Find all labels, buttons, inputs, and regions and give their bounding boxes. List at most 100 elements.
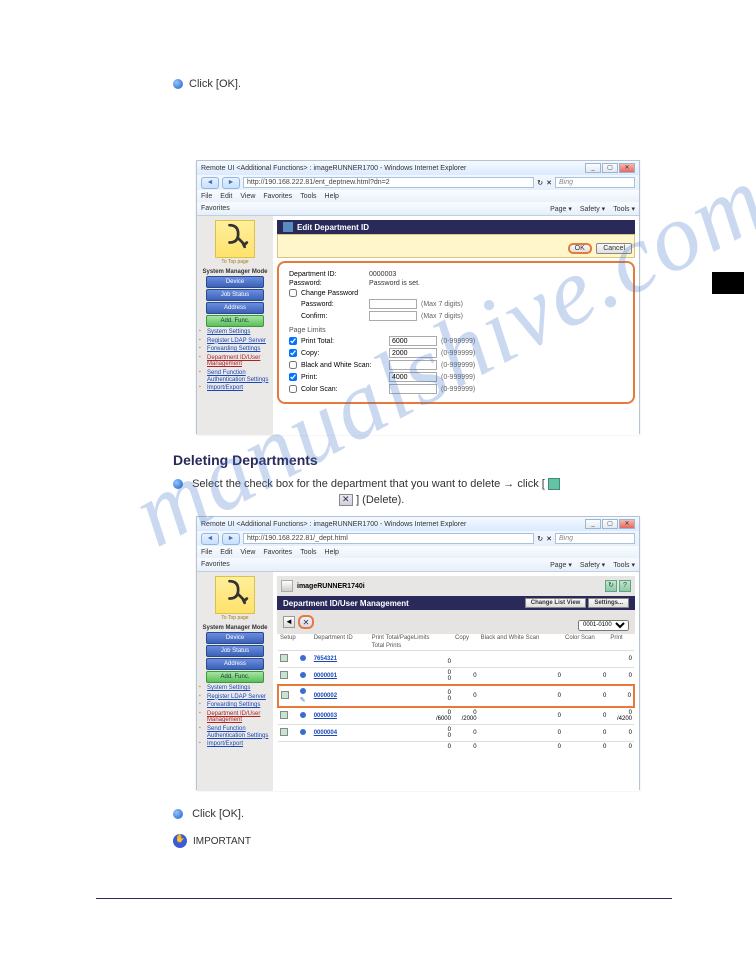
delete-button[interactable]: ✕ — [298, 615, 314, 629]
menu-tools[interactable]: Tools — [300, 193, 316, 200]
nav-device[interactable]: Device — [206, 632, 264, 644]
back-button[interactable]: ◄ — [201, 533, 219, 545]
help-button[interactable]: ? — [619, 580, 631, 592]
tb-page[interactable]: Page ▾ — [550, 205, 572, 213]
row-check[interactable] — [280, 728, 288, 736]
menu-help[interactable]: Help — [325, 549, 339, 556]
search-field-2[interactable]: Bing — [555, 533, 635, 544]
back-button[interactable]: ◄ — [201, 177, 219, 189]
link-sendauth[interactable]: Send Function Authentication Settings — [207, 370, 273, 383]
cell-cs: 0 — [563, 668, 608, 686]
newpw-input[interactable] — [369, 299, 417, 309]
link-dept[interactable]: Department ID/User Management — [207, 355, 273, 368]
close-button[interactable]: ✕ — [619, 519, 635, 529]
link-sendauth[interactable]: Send Function Authentication Settings — [207, 726, 273, 739]
url-field[interactable]: http://190.168.222.81/ent_deptnew.html?d… — [243, 177, 534, 188]
row-check[interactable] — [281, 691, 289, 699]
stop-icon[interactable]: ✕ — [546, 179, 552, 187]
limit-check[interactable] — [289, 337, 297, 345]
nav-jobstatus[interactable]: Job Status — [206, 645, 264, 657]
menu-tools[interactable]: Tools — [300, 549, 316, 556]
step-bullet-icon — [173, 809, 183, 819]
link-import[interactable]: Import/Export — [207, 385, 273, 392]
refresh-icon[interactable]: ↻ — [537, 179, 543, 187]
url-field-2[interactable]: http://190.168.222.81/_dept.html — [243, 533, 534, 544]
limit-check[interactable] — [289, 373, 297, 381]
menu-view[interactable]: View — [240, 193, 255, 200]
search-field[interactable]: Bing — [555, 177, 635, 188]
tb-tools[interactable]: Tools ▾ — [613, 561, 635, 569]
dept-id-link[interactable]: 0000002 — [314, 693, 337, 699]
nav-addfunc[interactable]: Add. Func. — [206, 671, 264, 683]
pager-select[interactable]: 0001-0100 — [578, 620, 629, 631]
menu-fav[interactable]: Favorites — [263, 193, 292, 200]
link-ldap[interactable]: Register LDAP Server — [207, 338, 273, 345]
dept-table: Setup Department ID Print Total/PageLimi… — [277, 634, 635, 752]
menu-help[interactable]: Help — [325, 193, 339, 200]
dept-id-link[interactable]: 0000004 — [314, 730, 337, 736]
link-dept[interactable]: Department ID/User Management — [207, 711, 273, 724]
limit-input[interactable] — [389, 348, 437, 358]
logo[interactable] — [215, 576, 255, 614]
row-check[interactable] — [280, 654, 288, 662]
menu-view[interactable]: View — [240, 549, 255, 556]
change-pw-check[interactable] — [289, 289, 297, 297]
edit-icon[interactable]: ✎ — [300, 697, 306, 704]
link-system[interactable]: System Settings — [207, 329, 273, 336]
nav-addfunc[interactable]: Add. Func. — [206, 315, 264, 327]
confirm-input[interactable] — [369, 311, 417, 321]
nav-address[interactable]: Address — [206, 302, 264, 314]
min-button[interactable]: _ — [585, 163, 601, 173]
limit-check[interactable] — [289, 385, 297, 393]
settings-button[interactable]: Settings... — [588, 598, 629, 608]
menu-fav[interactable]: Favorites — [263, 549, 292, 556]
limit-input[interactable] — [389, 372, 437, 382]
tb-safety[interactable]: Safety ▾ — [580, 205, 605, 213]
menubar: File Edit View Favorites Tools Help — [197, 190, 639, 202]
refresh-button[interactable]: ↻ — [605, 580, 617, 592]
limit-check[interactable] — [289, 349, 297, 357]
logo[interactable] — [215, 220, 255, 258]
menu-edit[interactable]: Edit — [220, 549, 232, 556]
ok-button[interactable]: OK — [568, 243, 592, 254]
max-button[interactable]: ▢ — [602, 163, 618, 173]
dept-id-link[interactable]: 7654321 — [314, 656, 337, 662]
tb-fav[interactable]: Favorites — [201, 561, 230, 568]
dept-title: Department ID/User Management — [283, 599, 409, 608]
limit-input[interactable] — [389, 360, 437, 370]
menu-file[interactable]: File — [201, 549, 212, 556]
prev-button[interactable]: ◄ — [283, 616, 295, 628]
max-button[interactable]: ▢ — [602, 519, 618, 529]
nav-jobstatus[interactable]: Job Status — [206, 289, 264, 301]
link-fwd[interactable]: Forwarding Settings — [207, 702, 273, 709]
screenshot-edit-dept: Remote UI <Additional Functions> : image… — [196, 160, 640, 434]
stop-icon[interactable]: ✕ — [546, 535, 552, 543]
link-system[interactable]: System Settings — [207, 685, 273, 692]
dept-id-link[interactable]: 0000003 — [314, 713, 337, 719]
menu-file[interactable]: File — [201, 193, 212, 200]
refresh-icon[interactable]: ↻ — [537, 535, 543, 543]
row-check[interactable] — [280, 671, 288, 679]
nav-address[interactable]: Address — [206, 658, 264, 670]
tb-fav[interactable]: Favorites — [201, 205, 230, 212]
limit-check[interactable] — [289, 361, 297, 369]
menu-edit[interactable]: Edit — [220, 193, 232, 200]
link-fwd[interactable]: Forwarding Settings — [207, 346, 273, 353]
row-check[interactable] — [280, 711, 288, 719]
fwd-button[interactable]: ► — [222, 177, 240, 189]
cancel-button[interactable]: Cancel — [596, 243, 632, 254]
link-ldap[interactable]: Register LDAP Server — [207, 694, 273, 701]
link-import[interactable]: Import/Export — [207, 741, 273, 748]
limit-input[interactable] — [389, 336, 437, 346]
limit-label: Print: — [301, 374, 389, 381]
close-button[interactable]: ✕ — [619, 163, 635, 173]
tb-tools[interactable]: Tools ▾ — [613, 205, 635, 213]
dept-id-link[interactable]: 0000001 — [314, 673, 337, 679]
fwd-button[interactable]: ► — [222, 533, 240, 545]
min-button[interactable]: _ — [585, 519, 601, 529]
tb-page[interactable]: Page ▾ — [550, 561, 572, 569]
tb-safety[interactable]: Safety ▾ — [580, 561, 605, 569]
limit-input[interactable] — [389, 384, 437, 394]
change-list-button[interactable]: Change List View — [525, 598, 587, 608]
nav-device[interactable]: Device — [206, 276, 264, 288]
